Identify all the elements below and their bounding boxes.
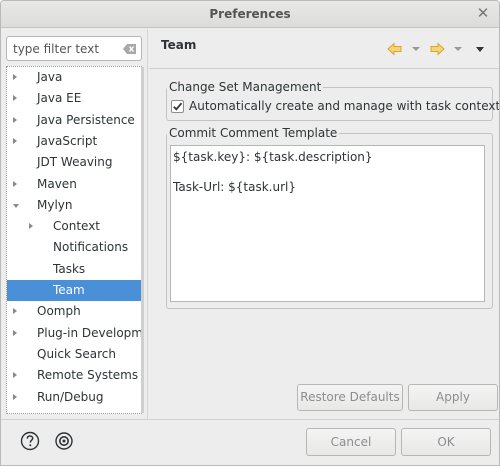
tree-item-label: Plug-in Development [37,325,141,340]
template-line: Task-Url: ${task.url} [173,180,296,194]
commit-template-editor[interactable]: ${task.key}: ${task.description} Task-Ur… [170,145,485,302]
footer-divider [1,419,499,420]
tree-item-label: Notifications [53,240,129,255]
tree-item[interactable]: Quick Search [7,344,141,365]
tree-item[interactable]: Java [7,67,141,88]
title-bar: Preferences ✕ [1,1,499,28]
template-line [173,165,482,180]
tree-item[interactable]: Java Persistence [7,110,141,131]
tree-item[interactable]: Plug-in Development [7,323,141,344]
page-title: Team [161,38,197,52]
filter-box [6,36,142,61]
pane-sash[interactable] [147,29,148,419]
tree-item-label: Run/Debug [37,389,104,404]
tree-item[interactable]: Run/Debug [7,387,141,408]
tree-item[interactable]: Mylyn [7,195,141,216]
back-arrow-icon[interactable] [387,39,403,59]
auto-task-context-label: Automatically create and manage with tas… [189,99,500,113]
preferences-window: Preferences ✕ Java Java EE Java Persistenc… [0,0,500,466]
commit-template-legend: Commit Comment Template [167,126,340,140]
tree-item-label: Oomph [37,304,81,319]
change-set-legend: Change Set Management [167,80,324,94]
tree-item-label: Quick Search [37,346,116,361]
tree-item-label: Remote Systems [37,368,139,383]
expander-right-icon[interactable] [13,116,17,123]
tree-item-label: JDT Weaving [37,155,113,170]
tree-item[interactable]: Context [7,216,141,237]
tree-item[interactable]: Maven [7,174,141,195]
tree-item-label: Server [37,408,76,413]
expander-right-icon[interactable] [13,74,17,80]
tree-item[interactable]: JDT Weaving [7,152,141,173]
apply-button[interactable]: Apply [408,384,498,411]
check-icon [173,102,183,111]
back-dropdown-icon[interactable] [412,47,420,51]
tree-item-label: Java Persistence [37,112,135,127]
tree-item-label: Context [53,219,101,234]
expander-right-icon[interactable] [13,137,17,144]
page-navigation [379,39,491,59]
tree-item-label: Java EE [37,91,82,106]
view-menu-icon[interactable] [476,47,484,52]
expander-down-icon[interactable] [13,203,19,208]
title-divider [149,68,499,69]
expander-right-icon[interactable] [13,372,17,379]
tree-item-label: Mylyn [37,197,73,212]
expander-right-icon[interactable] [13,308,17,315]
filter-input[interactable] [8,38,118,59]
expander-right-icon[interactable] [13,95,17,102]
tree-item[interactable]: Team [7,280,141,301]
tree-item[interactable]: Remote Systems [7,365,141,386]
cancel-button[interactable]: Cancel [306,428,396,456]
auto-task-context-checkbox[interactable] [171,100,184,113]
expander-right-icon[interactable] [13,393,17,400]
tree-item-label: Maven [37,176,77,191]
tree-item[interactable]: Oomph [7,301,141,322]
template-line: ${task.key}: ${task.description} [173,150,373,164]
forward-dropdown-icon[interactable] [454,47,462,51]
import-export-icon[interactable] [54,431,74,451]
forward-arrow-icon[interactable] [429,39,445,59]
expander-right-icon[interactable] [13,180,17,187]
clear-filter-icon[interactable] [123,44,136,54]
ok-button[interactable]: OK [401,428,491,456]
expander-right-icon[interactable] [13,329,17,336]
tree-item[interactable]: Notifications [7,237,141,258]
help-icon[interactable] [20,431,40,451]
tree-scrollbar[interactable] [141,67,144,413]
tree-item-label: Team [53,283,85,297]
tree-item[interactable]: Java EE [7,88,141,109]
expander-right-icon[interactable] [29,223,33,230]
tree-item[interactable]: Server [7,408,141,413]
window-title: Preferences [209,7,291,21]
restore-defaults-button[interactable]: Restore Defaults [297,384,403,411]
tree-item[interactable]: Tasks [7,259,141,280]
preference-tree[interactable]: Java Java EE Java Persistence JavaScript JDT… [6,66,142,414]
tree-item-label: JavaScript [37,133,98,148]
close-icon[interactable]: ✕ [475,5,491,21]
tree-item-label: Tasks [53,261,86,276]
tree-item-label: Java [37,70,63,84]
tree-item[interactable]: JavaScript [7,131,141,152]
